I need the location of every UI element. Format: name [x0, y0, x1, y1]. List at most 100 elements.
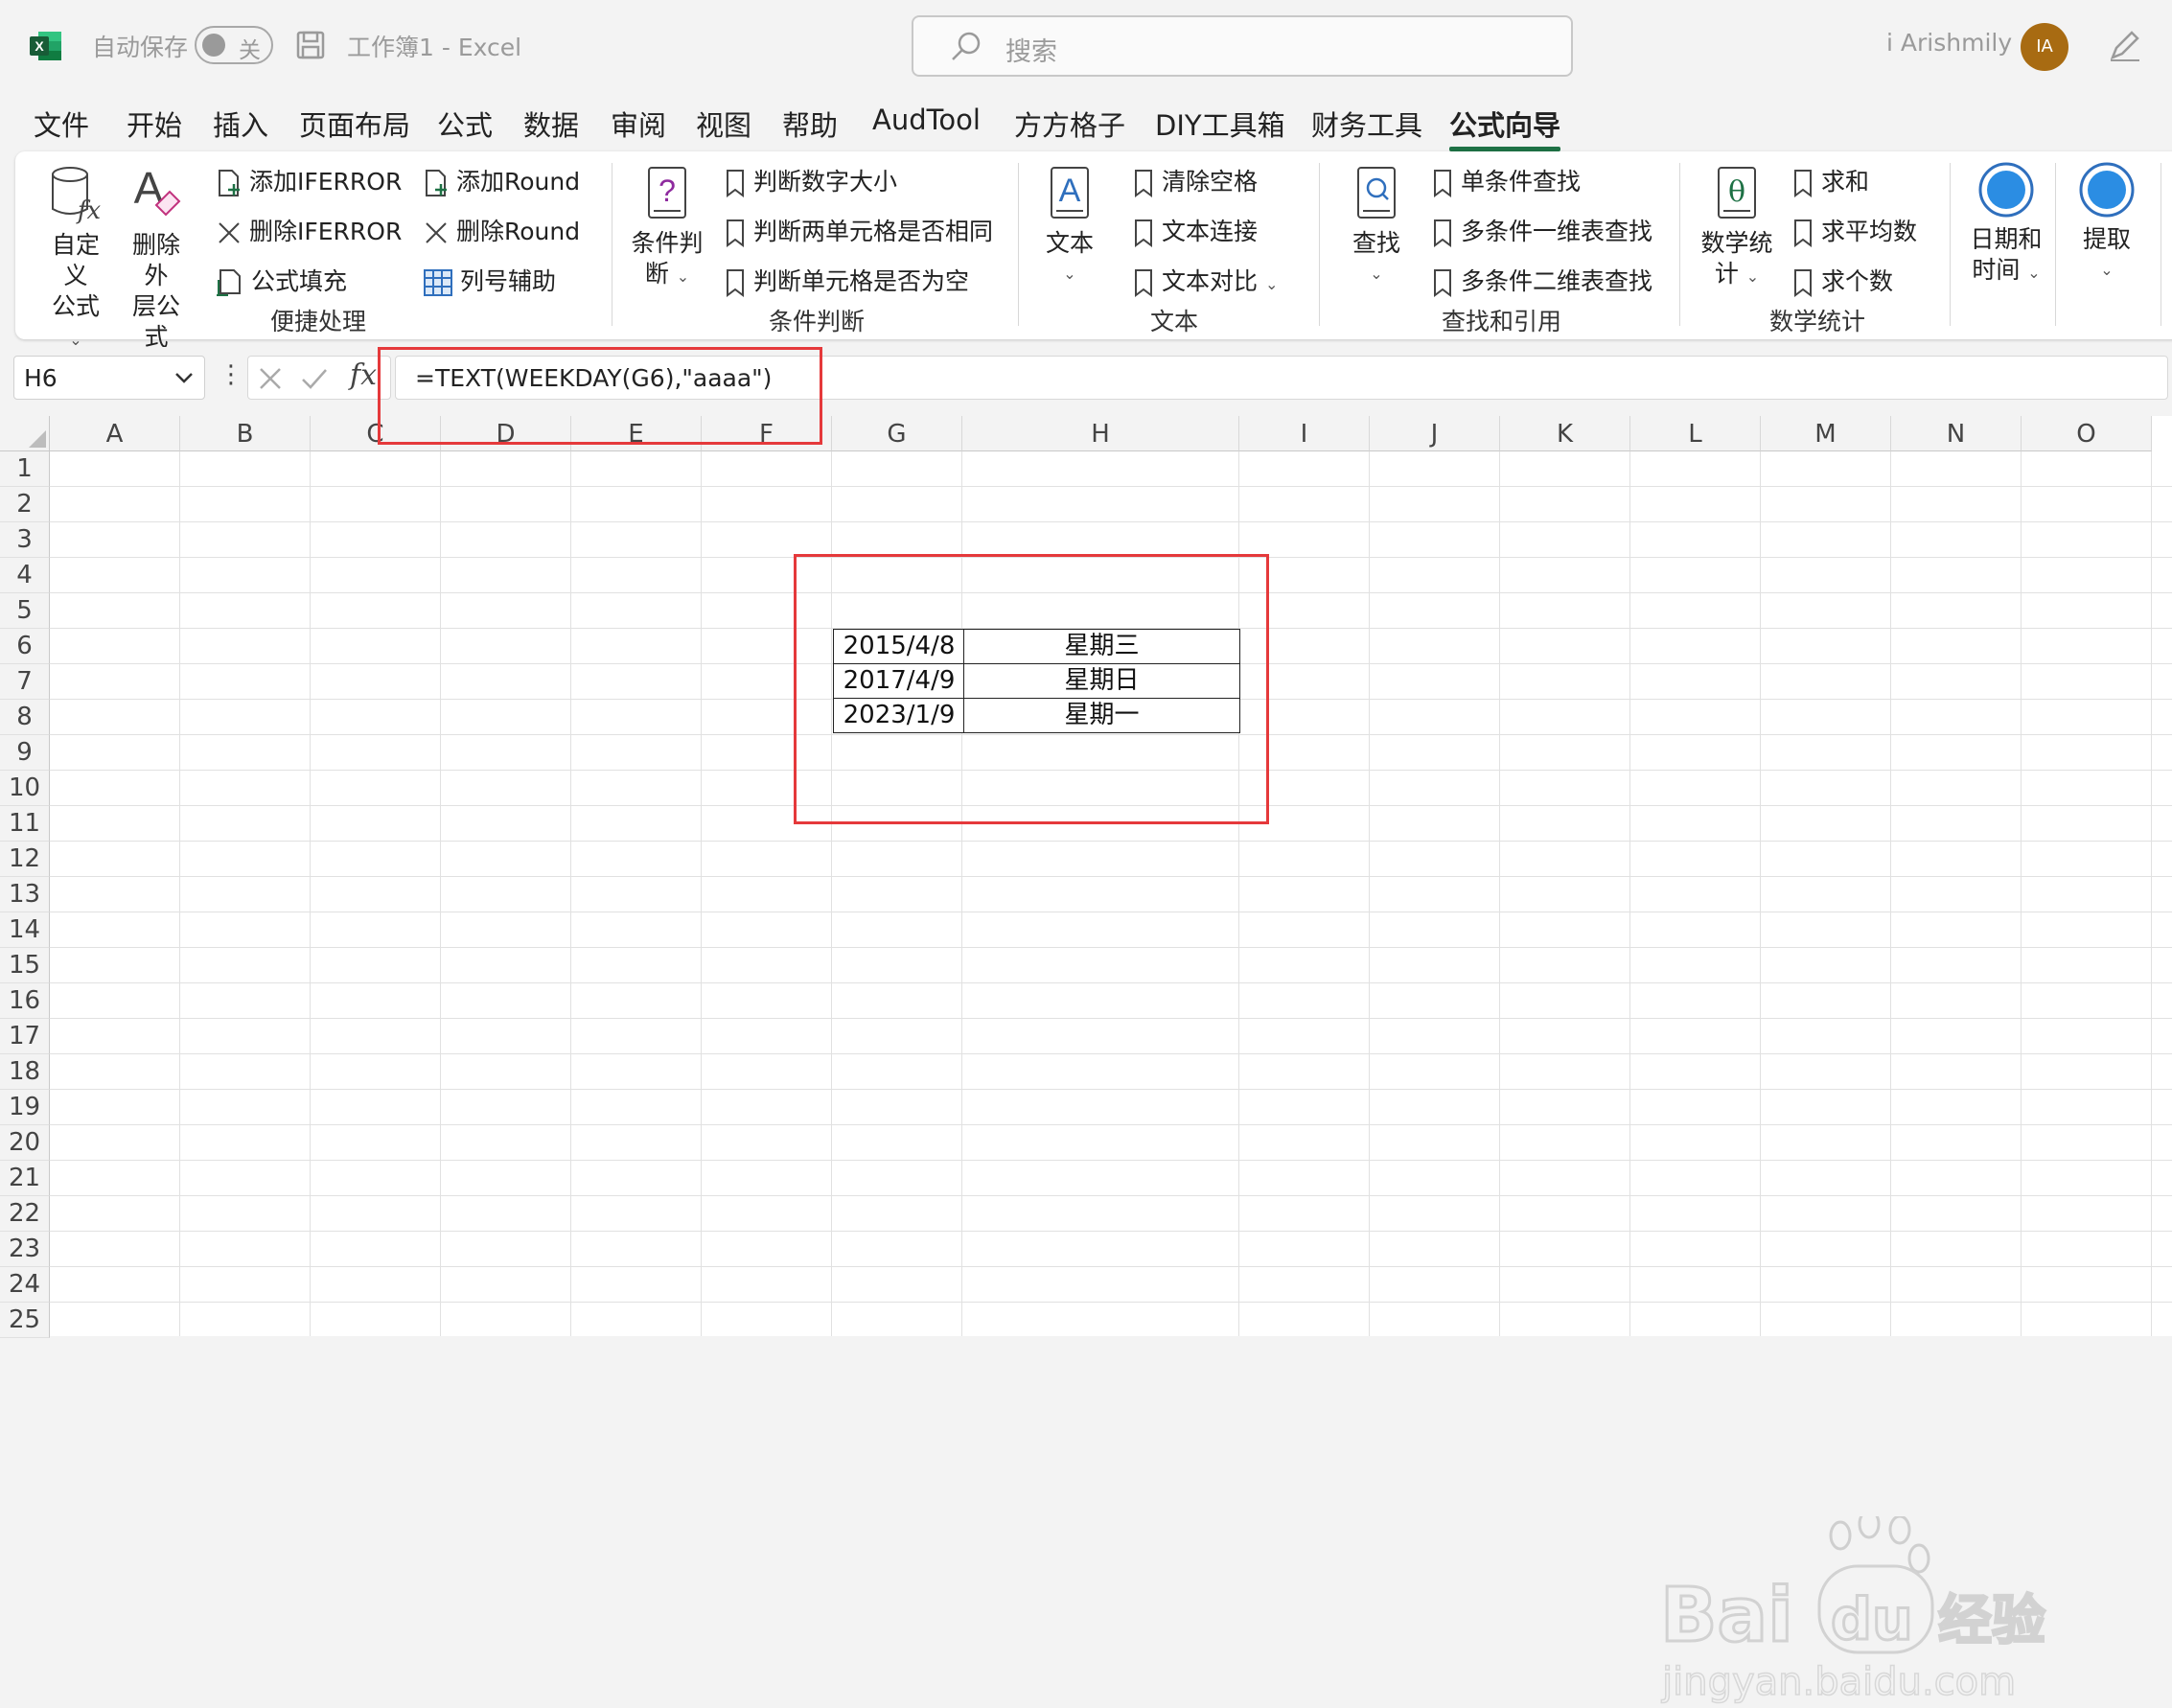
custom-formula-button[interactable]: fx 自定义 公式 ⌄: [42, 165, 109, 356]
formula-input[interactable]: =TEXT(WEEKDAY(G6),"aaaa"): [395, 356, 2168, 400]
delete-round-button[interactable]: 删除Round: [424, 213, 580, 247]
enter-icon[interactable]: [300, 366, 329, 391]
lookup-item-2d[interactable]: 多条件二维表查找: [1432, 263, 1652, 297]
row-header-17[interactable]: 17: [0, 1019, 50, 1054]
tab-fangfang[interactable]: 方方格子: [1014, 104, 1125, 144]
text-button[interactable]: A 文本 ⌄: [1041, 165, 1098, 289]
column-header-g[interactable]: G: [832, 416, 962, 451]
condition-item-empty-cell[interactable]: 判断单元格是否为空: [725, 263, 969, 297]
date-time-button[interactable]: 日期和 时间 ⌄: [1965, 161, 2047, 289]
row-header-8[interactable]: 8: [0, 700, 50, 735]
row-header-11[interactable]: 11: [0, 806, 50, 842]
row-header-3[interactable]: 3: [0, 522, 50, 558]
column-header-d[interactable]: D: [441, 416, 571, 451]
row-header-14[interactable]: 14: [0, 912, 50, 948]
autosave-toggle[interactable]: 关: [195, 26, 273, 64]
column-header-m[interactable]: M: [1761, 416, 1891, 451]
row-header-10[interactable]: 10: [0, 771, 50, 806]
column-header-c[interactable]: C: [311, 416, 441, 451]
condition-item-same-cells[interactable]: 判断两单元格是否相同: [725, 213, 993, 247]
row-header-4[interactable]: 4: [0, 558, 50, 593]
add-iferror-button[interactable]: 添加IFERROR: [217, 163, 402, 197]
lookup-item-single[interactable]: 单条件查找: [1432, 163, 1581, 197]
tab-insert[interactable]: 插入: [213, 104, 268, 144]
name-box[interactable]: H6: [13, 356, 205, 400]
row-header-2[interactable]: 2: [0, 487, 50, 522]
row-header-19[interactable]: 19: [0, 1090, 50, 1125]
more-options-icon[interactable]: ⋮: [219, 360, 243, 389]
lookup-button[interactable]: 查找 ⌄: [1338, 165, 1415, 289]
row-header-18[interactable]: 18: [0, 1054, 50, 1090]
tab-file[interactable]: 文件: [34, 104, 89, 144]
extract-button[interactable]: 提取 ⌄: [2072, 161, 2141, 286]
formula-fill-button[interactable]: 公式填充: [215, 263, 347, 297]
tab-audtool[interactable]: AudTool: [872, 104, 981, 136]
row-header-12[interactable]: 12: [0, 842, 50, 877]
delete-iferror-button[interactable]: 删除IFERROR: [217, 213, 402, 247]
math-item-sum[interactable]: 求和: [1792, 163, 1869, 197]
row-header-20[interactable]: 20: [0, 1125, 50, 1161]
row-header-22[interactable]: 22: [0, 1196, 50, 1232]
tab-home[interactable]: 开始: [127, 104, 182, 144]
cell-h8[interactable]: 星期一: [963, 698, 1240, 733]
tab-formulas[interactable]: 公式: [437, 104, 493, 144]
select-all-corner[interactable]: [0, 416, 50, 451]
column-header-o[interactable]: O: [2022, 416, 2152, 451]
user-name[interactable]: i Arishmily: [1886, 29, 2012, 57]
row-header-21[interactable]: 21: [0, 1161, 50, 1196]
row-header-15[interactable]: 15: [0, 948, 50, 983]
row-header-13[interactable]: 13: [0, 877, 50, 912]
text-item-concat[interactable]: 文本连接: [1133, 213, 1258, 247]
lookup-item-1d[interactable]: 多条件一维表查找: [1432, 213, 1652, 247]
row-header-6[interactable]: 6: [0, 629, 50, 664]
column-header-j[interactable]: J: [1370, 416, 1500, 451]
avatar[interactable]: IA: [2021, 23, 2068, 71]
remove-outer-formula-button[interactable]: A 删除外 层公式: [123, 165, 190, 353]
row-header-16[interactable]: 16: [0, 983, 50, 1019]
pen-icon[interactable]: [2107, 27, 2143, 63]
cell-g8[interactable]: 2023/1/9: [833, 698, 965, 733]
text-item-clear-spaces[interactable]: 清除空格: [1133, 163, 1258, 197]
tab-diy-toolbox[interactable]: DIY工具箱: [1155, 104, 1285, 144]
column-header-f[interactable]: F: [702, 416, 832, 451]
cancel-icon[interactable]: [258, 366, 283, 391]
cell-area[interactable]: [50, 451, 2172, 1336]
column-header-e[interactable]: E: [571, 416, 702, 451]
tab-data[interactable]: 数据: [523, 104, 579, 144]
column-header-k[interactable]: K: [1500, 416, 1630, 451]
search-box[interactable]: 搜索: [912, 15, 1573, 77]
cell-h7[interactable]: 星期日: [963, 663, 1240, 699]
cell-h6[interactable]: 星期三: [963, 629, 1240, 664]
tab-view[interactable]: 视图: [696, 104, 751, 144]
column-header-n[interactable]: N: [1891, 416, 2022, 451]
row-header-23[interactable]: 23: [0, 1232, 50, 1267]
tab-finance[interactable]: 财务工具: [1311, 104, 1422, 144]
column-header-i[interactable]: I: [1239, 416, 1370, 451]
row-header-9[interactable]: 9: [0, 735, 50, 771]
column-header-b[interactable]: B: [180, 416, 311, 451]
condition-judge-button[interactable]: ? 条件判 断 ⌄: [629, 165, 705, 292]
math-stats-button[interactable]: θ 数学统 计 ⌄: [1698, 165, 1775, 292]
math-item-count[interactable]: 求个数: [1792, 263, 1893, 297]
column-header-l[interactable]: L: [1630, 416, 1761, 451]
row-header-25[interactable]: 25: [0, 1303, 50, 1338]
math-item-average[interactable]: 求平均数: [1792, 213, 1917, 247]
row-header-7[interactable]: 7: [0, 664, 50, 700]
tab-page-layout[interactable]: 页面布局: [299, 104, 410, 144]
row-header-24[interactable]: 24: [0, 1267, 50, 1303]
column-helper-button[interactable]: 列号辅助: [424, 263, 556, 297]
save-icon[interactable]: [296, 31, 325, 59]
condition-item-number-size[interactable]: 判断数字大小: [725, 163, 897, 197]
text-item-compare[interactable]: 文本对比 ⌄: [1133, 263, 1278, 297]
add-round-button[interactable]: 添加Round: [424, 163, 580, 197]
tab-help[interactable]: 帮助: [782, 104, 838, 144]
column-header-h[interactable]: H: [962, 416, 1239, 451]
tab-review[interactable]: 审阅: [611, 104, 666, 144]
row-header-5[interactable]: 5: [0, 593, 50, 629]
row-header-1[interactable]: 1: [0, 451, 50, 487]
tab-formula-wizard[interactable]: 公式向导: [1449, 104, 1561, 151]
cell-g7[interactable]: 2017/4/9: [833, 663, 965, 699]
cell-g6[interactable]: 2015/4/8: [833, 629, 965, 664]
insert-function-icon[interactable]: fx: [350, 358, 377, 392]
column-header-a[interactable]: A: [50, 416, 180, 451]
